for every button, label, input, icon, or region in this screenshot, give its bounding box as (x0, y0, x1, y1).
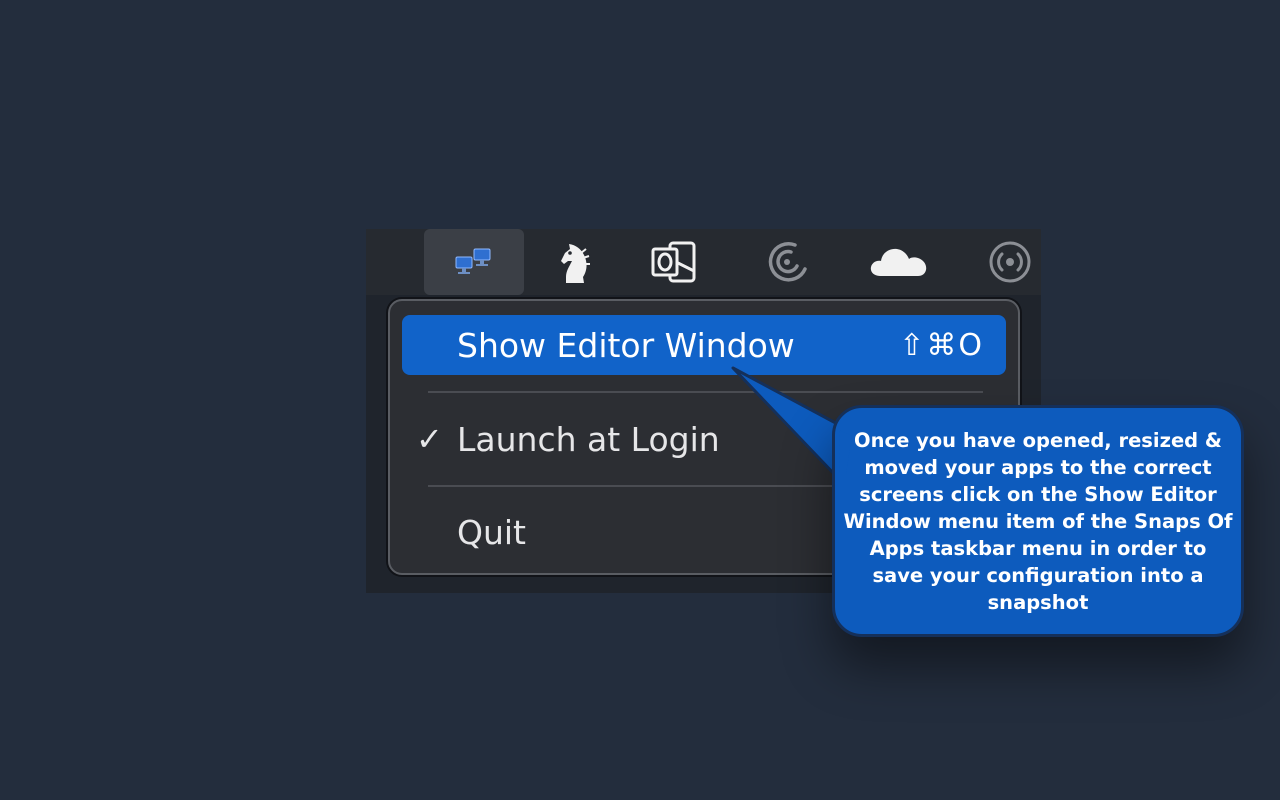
menubar-item-snaps-of-apps[interactable] (424, 229, 524, 295)
menu-item-label: Launch at Login (457, 419, 720, 459)
keyboard-shortcut: ⇧⌘O (899, 327, 984, 363)
tutorial-callout: Once you have opened, resized & moved yo… (832, 405, 1244, 637)
onedrive-cloud-icon (870, 248, 927, 276)
menu-item-show-editor-window[interactable]: Show Editor Window ⇧⌘O (402, 315, 1006, 375)
desktop-background: Show Editor Window ⇧⌘O ✓ Launch at Login… (0, 0, 1280, 800)
menu-item-label: Quit (457, 512, 526, 552)
broadcast-icon (989, 241, 1031, 283)
menubar-item-radar[interactable] (738, 229, 838, 295)
menubar-item-broadcast[interactable] (960, 229, 1060, 295)
menu-separator (428, 391, 983, 393)
chess-knight-icon (561, 244, 590, 283)
menu-bar (366, 229, 1041, 295)
menubar-item-onedrive[interactable] (849, 229, 949, 295)
outlook-icon (651, 241, 696, 283)
menubar-item-knight[interactable] (524, 229, 624, 295)
menubar-item-outlook[interactable] (624, 229, 724, 295)
checkmark-icon: ✓ (416, 420, 443, 458)
snaps-of-apps-icon (455, 248, 491, 274)
menu-item-label: Show Editor Window (457, 325, 795, 365)
callout-text: Once you have opened, resized & moved yo… (843, 428, 1233, 614)
radar-arc-icon (768, 242, 807, 282)
